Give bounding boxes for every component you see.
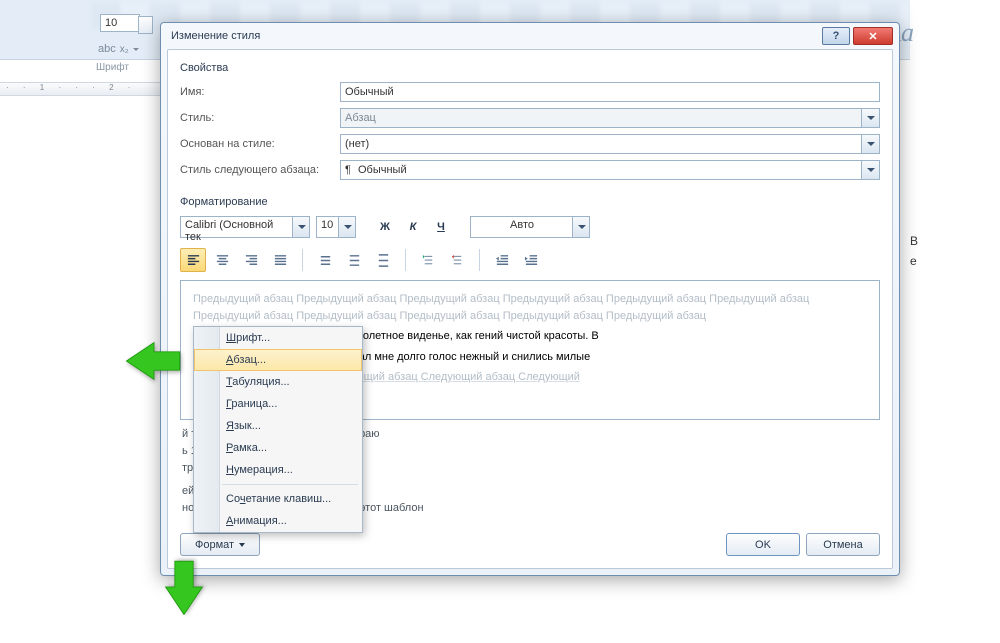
titlebar: Изменение стиля ? ✕: [161, 23, 899, 49]
basedon-value: (нет): [345, 138, 369, 150]
spacing-15-button[interactable]: [341, 248, 367, 272]
font-group-label: Шрифт: [92, 60, 133, 75]
chevron-down-icon: [239, 543, 245, 547]
styletype-value: Абзац: [345, 112, 376, 124]
space-before-dec-button[interactable]: [444, 248, 470, 272]
indent-decrease-button[interactable]: [489, 248, 515, 272]
nextpara-value: Обычный: [358, 164, 407, 176]
font-color-value: Авто: [510, 219, 534, 231]
separator: [405, 249, 406, 271]
space-before-inc-button[interactable]: [415, 248, 441, 272]
ok-button[interactable]: OK: [726, 533, 800, 556]
font-color-combo[interactable]: Авто: [470, 216, 590, 238]
preview-prev-text: Предыдущий абзац Предыдущий абзац Предыд…: [193, 291, 867, 324]
chevron-down-icon: [861, 135, 879, 153]
chevron-down-icon: [338, 217, 355, 237]
chevron-down-icon: [861, 109, 879, 127]
abc-label: abc: [98, 43, 116, 55]
font-size-input[interactable]: 10: [100, 14, 140, 32]
name-label: Имя:: [180, 86, 340, 98]
italic-button[interactable]: К: [402, 216, 424, 238]
modify-style-dialog: Изменение стиля ? ✕ Свойства Имя: Стиль:…: [160, 22, 900, 576]
align-left-button[interactable]: [180, 248, 206, 272]
menu-tabs[interactable]: Табуляция...: [194, 371, 362, 393]
format-button[interactable]: Формат: [180, 533, 260, 556]
font-size-combo[interactable]: 10: [316, 216, 356, 238]
indent-increase-button[interactable]: [518, 248, 544, 272]
doc-text-fragment: e: [910, 254, 917, 268]
help-button[interactable]: ?: [822, 27, 850, 45]
separator: [302, 249, 303, 271]
doc-text-fragment: В: [910, 234, 918, 248]
basedon-combo[interactable]: (нет): [340, 134, 880, 154]
styletype-label: Стиль:: [180, 112, 340, 124]
ruler: · · 1 · · · 2 ·: [0, 82, 160, 96]
menu-shortcut[interactable]: Сочетание клавиш...: [194, 488, 362, 510]
align-justify-button[interactable]: [267, 248, 293, 272]
annotation-arrow-icon: [126, 338, 182, 384]
dialog-title: Изменение стиля: [171, 30, 819, 42]
chevron-down-icon: [861, 161, 879, 179]
menu-font[interactable]: Шрифт...: [194, 327, 362, 349]
basedon-label: Основан на стиле:: [180, 138, 340, 150]
align-center-button[interactable]: [209, 248, 235, 272]
name-input[interactable]: [340, 82, 880, 102]
pilcrow-icon: ¶: [345, 162, 351, 178]
chevron-down-icon: [292, 217, 309, 237]
chevron-down-icon: [572, 217, 589, 237]
menu-animation[interactable]: Анимация...: [194, 510, 362, 532]
menu-numbering[interactable]: Нумерация...: [194, 459, 362, 481]
chevron-down-icon: [133, 48, 139, 51]
menu-paragraph[interactable]: Абзац...: [194, 349, 362, 371]
spacing-1-button[interactable]: [312, 248, 338, 272]
bold-button[interactable]: Ж: [374, 216, 396, 238]
nextpara-combo[interactable]: ¶ Обычный: [340, 160, 880, 180]
cancel-button[interactable]: Отмена: [806, 533, 880, 556]
separator: [479, 249, 480, 271]
styletype-combo[interactable]: Абзац: [340, 108, 880, 128]
x2-label: x₂: [120, 44, 129, 55]
format-menu: Шрифт... Абзац... Табуляция... Граница..…: [193, 326, 363, 533]
menu-border[interactable]: Граница...: [194, 393, 362, 415]
underline-button[interactable]: Ч: [430, 216, 452, 238]
close-button[interactable]: ✕: [853, 27, 893, 45]
nextpara-label: Стиль следующего абзаца:: [180, 164, 340, 176]
properties-group-title: Свойства: [180, 62, 880, 74]
format-button-label: Формат: [195, 539, 234, 551]
align-right-button[interactable]: [238, 248, 264, 272]
subscript-group: abc x₂: [98, 43, 139, 55]
font-combo-value: Calibri (Основной тек: [185, 219, 273, 243]
formatting-group-title: Форматирование: [180, 196, 880, 208]
menu-separator: [222, 484, 358, 485]
annotation-arrow-icon: [161, 559, 207, 615]
menu-language[interactable]: Язык...: [194, 415, 362, 437]
font-size-value: 10: [321, 219, 333, 231]
spacing-2-button[interactable]: [370, 248, 396, 272]
menu-frame[interactable]: Рамка...: [194, 437, 362, 459]
font-combo[interactable]: Calibri (Основной тек: [180, 216, 310, 238]
